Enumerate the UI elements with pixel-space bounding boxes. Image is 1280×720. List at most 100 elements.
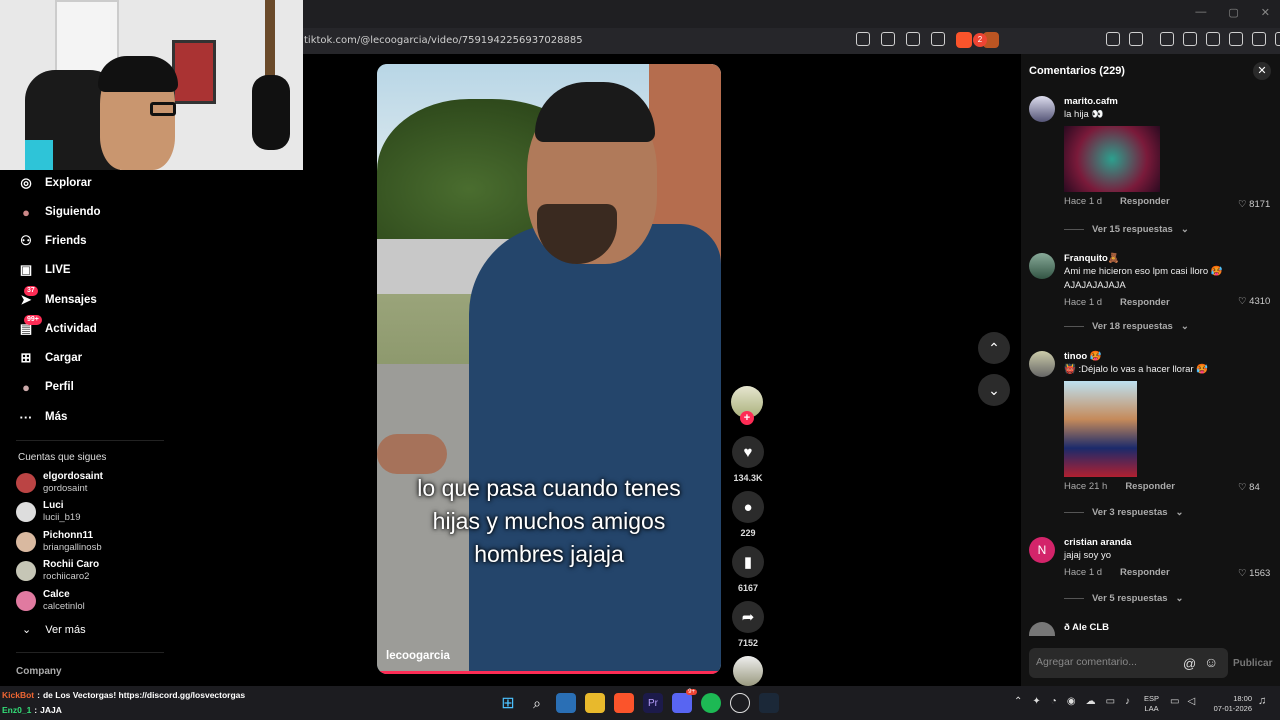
network-icon[interactable]: ▭ (1106, 696, 1115, 707)
view-replies-button[interactable]: Ver 5 respuestas ⌄ (1064, 593, 1184, 604)
video-progress-bar[interactable] (377, 671, 721, 674)
nav-mensajes[interactable]: ➤ 37 Mensajes (18, 286, 97, 311)
next-video-button[interactable]: ⌄ (978, 374, 1010, 406)
mention-icon[interactable]: @ (1183, 656, 1196, 671)
reply-button[interactable]: Responder (1120, 567, 1170, 578)
search-icon[interactable]: ⌕ (527, 693, 547, 713)
headset-icon[interactable]: ◔ (1051, 696, 1057, 707)
microphone-icon[interactable]: ♪ (1125, 696, 1130, 707)
share-arrow-icon[interactable]: ➦ (732, 601, 764, 633)
no-tracking-icon[interactable] (856, 32, 870, 46)
close-window-button[interactable]: ✕ (1261, 6, 1270, 19)
view-replies-button[interactable]: Ver 15 respuestas ⌄ (1064, 224, 1189, 235)
maximize-button[interactable]: ▢ (1228, 6, 1238, 19)
cloud-icon[interactable]: ☁ (1086, 696, 1096, 707)
following-account[interactable]: Pichonn11 briangallinosb (16, 530, 102, 554)
windows-start-icon[interactable]: ⊞ (498, 693, 518, 713)
following-account[interactable]: Luci lucii_b19 (16, 500, 81, 524)
nav-siguiendo[interactable]: ● Siguiendo (18, 201, 101, 223)
heart-icon[interactable]: ♥ (732, 436, 764, 468)
spotify-icon[interactable] (701, 693, 721, 713)
bookmark-icon[interactable]: ▮ (732, 546, 764, 578)
tray-app-icon[interactable]: ✦ (1032, 696, 1040, 707)
leo-ai-icon[interactable] (1229, 32, 1243, 46)
gallery-icon[interactable] (556, 693, 576, 713)
url-text[interactable]: tiktok.com/@lecoogarcia/video/7591942256… (304, 35, 583, 46)
close-icon[interactable]: ✕ (1253, 62, 1271, 80)
previous-video-button[interactable]: ⌃ (978, 332, 1010, 364)
nav-actividad[interactable]: ▤ 99+ Actividad (18, 315, 97, 340)
share-icon[interactable] (931, 32, 945, 46)
comment-user[interactable]: marito.cafm (1064, 96, 1274, 108)
wallet-icon[interactable] (1206, 32, 1220, 46)
brave-browser-icon[interactable] (614, 693, 634, 713)
ver-mas-button[interactable]: ⌄ Ver más (22, 623, 86, 637)
comment-icon[interactable]: ● (732, 491, 764, 523)
nav-live[interactable]: ▣ LIVE (18, 259, 71, 281)
menu-icon[interactable] (1275, 32, 1280, 46)
video-author[interactable]: lecoogarcia (386, 650, 450, 662)
following-account[interactable]: Calce calcetinlol (16, 589, 85, 613)
company-link[interactable]: Company (16, 666, 62, 677)
following-account[interactable]: elgordosaint gordosaint (16, 471, 103, 495)
nav-friends[interactable]: ⚇ Friends (18, 230, 86, 252)
sound-disc-icon[interactable] (733, 656, 763, 686)
chevron-up-icon[interactable]: ⌃ (1014, 696, 1022, 707)
nav-explorar[interactable]: ◎ Explorar (18, 172, 91, 194)
view-replies-button[interactable]: Ver 3 respuestas ⌄ (1064, 507, 1184, 518)
sidebar-toggle-icon[interactable] (1183, 32, 1197, 46)
notification-bell-icon[interactable]: ♫ (1258, 695, 1266, 707)
discord-icon[interactable]: 9+ (672, 689, 697, 713)
brave-shields-icon[interactable] (956, 32, 972, 48)
following-account[interactable]: Rochii Caro rochiicaro2 (16, 559, 99, 583)
keyboard-language[interactable]: ESP LAA (1144, 694, 1159, 714)
webcam-guitar (252, 75, 290, 150)
comment-user[interactable]: ð Ale CLB (1064, 622, 1274, 634)
follow-plus-icon[interactable]: + (740, 411, 754, 425)
share-action[interactable]: ➦ 7152 (731, 601, 765, 648)
comment-likes[interactable]: ♡ 84 (1238, 482, 1260, 493)
tray-status-icons[interactable]: ▭ ◁ (1170, 696, 1195, 707)
translate-icon[interactable] (906, 32, 920, 46)
comment-user[interactable]: cristian aranda (1064, 537, 1274, 549)
clock[interactable]: 18:00 07-01-2026 (1208, 694, 1252, 714)
reply-button[interactable]: Responder (1120, 297, 1170, 308)
comment-image[interactable] (1064, 126, 1160, 192)
comment-image[interactable] (1064, 381, 1137, 477)
music-icon[interactable] (1160, 32, 1174, 46)
reply-button[interactable]: Responder (1120, 196, 1170, 207)
comment-user[interactable]: tinoo 🥵 (1064, 351, 1274, 363)
video-player[interactable]: lo que pasa cuando tenes hijas y muchos … (377, 64, 721, 674)
premiere-icon[interactable]: Pr (643, 693, 663, 713)
vpn-icon[interactable] (1252, 32, 1266, 46)
comment-action[interactable]: ● 229 (731, 491, 765, 538)
like-action[interactable]: ♥ 134.3K (731, 436, 765, 483)
extensions-icon[interactable] (1106, 32, 1120, 46)
comment-likes[interactable]: ♡ 1563 (1238, 568, 1270, 579)
comment-likes[interactable]: ♡ 8171 (1238, 199, 1270, 210)
comment-user[interactable]: Franquito🧸 (1064, 253, 1274, 265)
avatar[interactable] (1029, 622, 1055, 636)
steam-icon[interactable] (759, 693, 779, 713)
creator-avatar[interactable]: + (731, 386, 763, 425)
nav-cargar[interactable]: ⊞ Cargar (18, 347, 83, 369)
avatar[interactable]: N (1029, 537, 1055, 563)
comment-input[interactable]: Agregar comentario... (1029, 648, 1228, 678)
comment-likes[interactable]: ♡ 4310 (1238, 296, 1270, 307)
file-explorer-icon[interactable] (585, 693, 605, 713)
screenshot-icon[interactable] (1129, 32, 1143, 46)
minimize-button[interactable]: — (1195, 6, 1206, 19)
avatar[interactable] (1029, 253, 1055, 279)
view-replies-button[interactable]: Ver 18 respuestas ⌄ (1064, 321, 1189, 332)
picture-in-picture-icon[interactable] (881, 32, 895, 46)
save-action[interactable]: ▮ 6167 (731, 546, 765, 593)
publish-button[interactable]: Publicar (1233, 658, 1272, 669)
emoji-icon[interactable]: ☺ (1204, 654, 1218, 670)
obs-icon[interactable] (730, 693, 750, 713)
reply-button[interactable]: Responder (1125, 481, 1175, 492)
nav-mas[interactable]: ··· Más (18, 406, 68, 428)
nav-perfil[interactable]: ● Perfil (18, 376, 74, 398)
steam-tray-icon[interactable]: ◉ (1067, 696, 1076, 707)
avatar[interactable] (1029, 351, 1055, 377)
avatar[interactable] (1029, 96, 1055, 122)
